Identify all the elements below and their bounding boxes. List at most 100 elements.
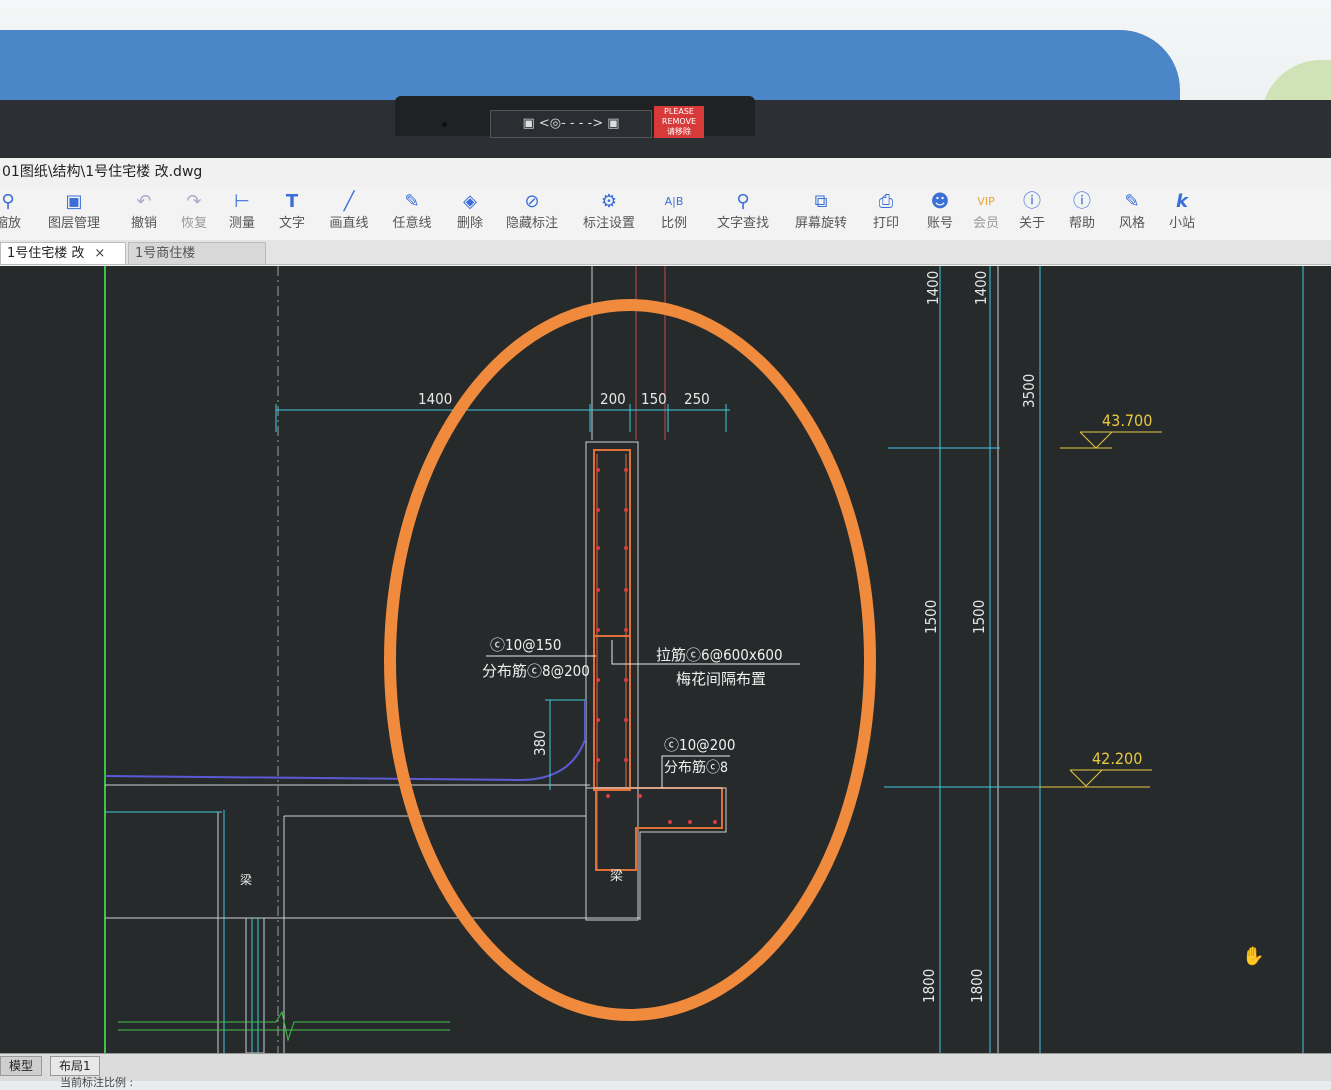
dim-v-1800a: 1800 xyxy=(920,969,938,1003)
zoom-button[interactable]: ⚲ 缩放 xyxy=(0,190,30,238)
help-button[interactable]: ⓘ 帮助 xyxy=(1064,190,1100,238)
account-label: 账号 xyxy=(926,216,953,231)
dim-150: 150 xyxy=(641,390,667,408)
vip-button[interactable]: VIP 会员 xyxy=(968,190,1004,238)
toolbar: ⚲ 缩放 ▣ 图层管理 ↶ 撤销 ↷ 恢复 ⊢ 测量 T 文字 ╱ 画直线 ✎ 任意线 ◈ 删除 … xyxy=(0,186,1331,240)
slab-outline xyxy=(586,787,727,920)
measure-label: 测量 xyxy=(228,216,255,231)
text-search-button[interactable]: ⚲ 文字查找 xyxy=(712,190,774,238)
redo-icon: ↷ xyxy=(186,191,202,212)
note-tie-bar: 拉筋ⓒ6@600x600 xyxy=(656,646,783,664)
freehand-icon: ✎ xyxy=(404,191,420,212)
hide-annotation-label: 隐藏标注 xyxy=(505,216,558,231)
remove-sticker: PLEASE REMOVE 请移除 xyxy=(654,106,704,138)
elevation-marker xyxy=(1069,769,1103,787)
beam-label-left: 梁 xyxy=(240,872,252,887)
dim-200: 200 xyxy=(600,390,626,408)
sticker-line-1: PLEASE xyxy=(664,107,694,116)
text-label: 文字 xyxy=(278,216,305,231)
text-button[interactable]: T 文字 xyxy=(272,190,312,238)
dim-250: 250 xyxy=(684,390,710,408)
hand-cursor-icon: ✋ xyxy=(1242,945,1264,967)
rotate-screen-icon: ⧉ xyxy=(814,191,828,212)
site-label: 小站 xyxy=(1168,216,1195,231)
elevation-42200: 42.200 xyxy=(1092,749,1142,768)
about-button[interactable]: ⓘ 关于 xyxy=(1014,190,1050,238)
dim-v-1500a: 1500 xyxy=(922,600,940,634)
undo-icon: ↶ xyxy=(136,191,152,212)
zoom-icon: ⚲ xyxy=(1,191,15,212)
freehand-button[interactable]: ✎ 任意线 xyxy=(388,190,436,238)
tab-model[interactable]: 模型 xyxy=(0,1056,43,1076)
undo-label: 撤销 xyxy=(130,216,157,231)
text-search-label: 文字查找 xyxy=(716,216,769,231)
delete-button[interactable]: ◈ 删除 xyxy=(450,190,490,238)
print-button[interactable]: ⎙ 打印 xyxy=(866,190,906,238)
scale-button[interactable]: A|B 比例 xyxy=(654,190,694,238)
beam-label: 梁 xyxy=(610,869,623,884)
note-rebar-10-150: ⓒ10@150 xyxy=(490,636,561,654)
note-rebar-10-200: ⓒ10@200 xyxy=(664,736,735,754)
layers-label: 图层管理 xyxy=(47,216,100,231)
hide-annotation-button[interactable]: ⊘ 隐藏标注 xyxy=(502,190,562,238)
dim-1400: 1400 xyxy=(418,390,452,408)
elevation-43700: 43.700 xyxy=(1102,411,1152,430)
drawing-canvas[interactable]: 1400 200 150 250 1400 1400 3500 1500 150… xyxy=(0,266,1331,1053)
delete-label: 删除 xyxy=(456,216,483,231)
undo-button[interactable]: ↶ 撤销 xyxy=(124,190,164,238)
dim-v-1400a: 1400 xyxy=(924,271,942,305)
window-title: 01图纸\结构\1号住宅楼 改.dwg xyxy=(0,158,1331,186)
note-staggered: 梅花间隔布置 xyxy=(676,670,766,688)
line-icon: ╱ xyxy=(343,191,355,212)
dim-v-1500b: 1500 xyxy=(970,600,988,634)
text-icon: T xyxy=(285,191,299,212)
webcam-lens xyxy=(442,122,447,127)
layers-button[interactable]: ▣ 图层管理 xyxy=(44,190,104,238)
style-button[interactable]: ✎ 风格 xyxy=(1114,190,1150,238)
elevation-marker xyxy=(1079,431,1113,449)
layers-icon: ▣ xyxy=(65,191,83,212)
annotation-settings-icon: ⚙ xyxy=(600,191,618,212)
webcam-privacy-slider: ▣ <◎- - - -> ▣ xyxy=(490,110,652,138)
close-icon[interactable]: × xyxy=(94,246,105,261)
note-distribution-8: 分布筋ⓒ8 xyxy=(664,759,728,776)
measure-icon: ⊢ xyxy=(234,191,250,212)
k-icon: k xyxy=(1176,191,1188,212)
dim-v-3500: 3500 xyxy=(1020,374,1038,408)
scale-icon: A|B xyxy=(664,195,684,208)
layout-tabs-bar: 模型 布局1 当前标注比例 : xyxy=(0,1053,1331,1089)
slab-rebar xyxy=(595,787,723,871)
redo-label: 恢复 xyxy=(180,216,207,231)
dim-v-1800b: 1800 xyxy=(968,969,986,1003)
scale-label: 比例 xyxy=(660,216,687,231)
style-label: 风格 xyxy=(1118,216,1145,231)
annotation-settings-button[interactable]: ⚙ 标注设置 xyxy=(578,190,640,238)
draw-line-label: 画直线 xyxy=(329,216,369,231)
measure-button[interactable]: ⊢ 测量 xyxy=(222,190,262,238)
text-search-icon: ⚲ xyxy=(736,191,750,212)
status-text: 当前标注比例 : xyxy=(60,1076,134,1089)
sticker-line-2: REMOVE xyxy=(661,117,697,126)
rotate-screen-button[interactable]: ⧉ 屏幕旋转 xyxy=(790,190,852,238)
tab-1号商住楼[interactable]: 1号商住楼23071···× xyxy=(128,242,266,283)
help-label: 帮助 xyxy=(1068,216,1095,231)
document-tabs: 1号住宅楼 改 × 1号商住楼23071···× xyxy=(0,240,1331,283)
site-button[interactable]: k 小站 xyxy=(1164,190,1200,238)
dim-v-1400b: 1400 xyxy=(972,271,990,305)
tab-1号住宅楼[interactable]: 1号住宅楼 改 × xyxy=(0,242,126,264)
help-icon: ⓘ xyxy=(1073,191,1091,212)
draw-line-button[interactable]: ╱ 画直线 xyxy=(325,190,373,238)
tab-label: 1号住宅楼 改 xyxy=(7,246,85,261)
note-distribution-8-200: 分布筋ⓒ8@200 xyxy=(482,662,590,680)
eraser-icon: ◈ xyxy=(463,191,477,212)
print-icon: ⎙ xyxy=(878,191,894,212)
account-button[interactable]: ☻ 账号 xyxy=(922,190,958,238)
tab-layout1[interactable]: 布局1 xyxy=(50,1056,100,1076)
redo-button[interactable]: ↷ 恢复 xyxy=(174,190,214,238)
sticker-line-3: 请移除 xyxy=(667,127,691,136)
rotate-screen-label: 屏幕旋转 xyxy=(794,216,847,231)
account-icon: ☻ xyxy=(930,191,950,212)
zoom-label: 缩放 xyxy=(0,216,21,231)
dim-380: 380 xyxy=(531,730,549,756)
floor-rebar-line xyxy=(104,700,586,782)
